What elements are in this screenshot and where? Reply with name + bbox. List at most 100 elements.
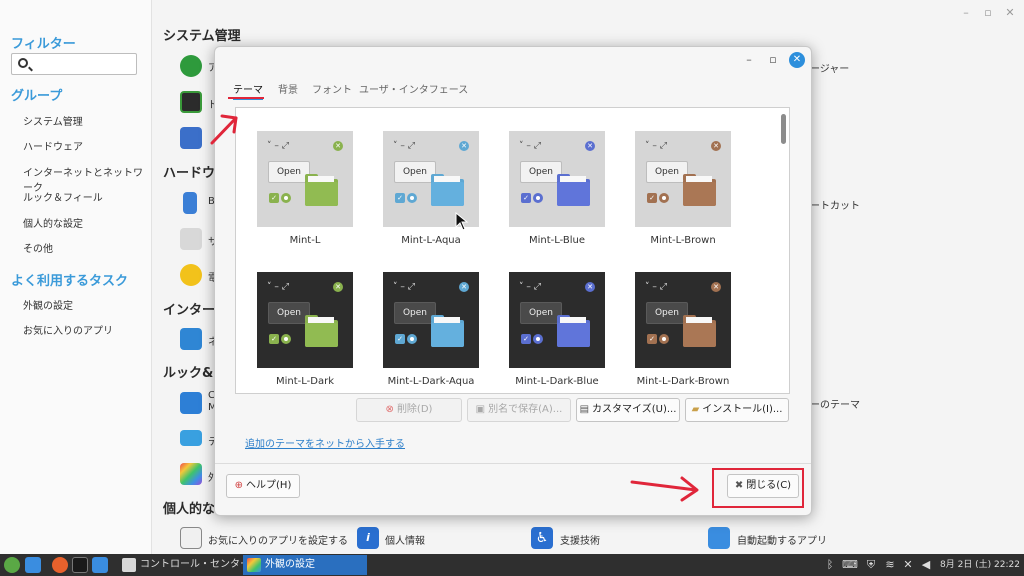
task-appearance-settings[interactable]: 外観の設定 [243,555,367,575]
shield-tray-icon[interactable]: ⛨ [863,557,879,573]
mint-menu-icon[interactable] [4,557,20,573]
theme-list[interactable]: ˅ – ⤢ ✕ Open ✓ Mint-L ˅ – ⤢ ✕ Open ✓ Mint-L-Aqua ˅… [235,107,790,394]
panel-icon[interactable] [180,430,202,446]
tab-font[interactable]: フォント [312,81,352,96]
customize-button[interactable]: ▤ カスタマイズ(U)... [576,398,680,422]
cursor-icon[interactable] [180,392,202,414]
app-favorite-apps[interactable]: お気に入りのアプリを設定する [208,532,348,547]
music-note-icon[interactable] [180,527,202,549]
power-icon[interactable] [180,264,202,286]
keyboard-icon[interactable]: ⌨ [842,557,858,573]
sidebar-item-system[interactable]: システム管理 [23,113,83,128]
sidebar-item-personal[interactable]: 個人的な設定 [23,215,83,230]
network-folder-icon[interactable] [180,328,202,350]
folder-icon: ▰ [691,404,700,415]
app-label-shortcut[interactable]: ートカット [810,197,860,212]
radio-preview-icon [407,334,417,344]
theme-item[interactable]: ˅ – ⤢ ✕ Open ✓ Mint-L-Dark [257,272,353,387]
section-system: システム管理 [163,29,241,44]
user-card-icon[interactable] [180,127,202,149]
close-preview-icon: ✕ [711,141,721,151]
theme-item[interactable]: ˅ – ⤢ ✕ Open ✓ Mint-L-Brown [635,131,731,246]
app-label-manager[interactable]: ージャー [810,60,849,75]
terminal-launcher-icon[interactable] [72,557,88,573]
checkbox-preview-icon: ✓ [521,193,531,203]
theme-item[interactable]: ˅ – ⤢ ✕ Open ✓ Mint-L-Dark-Brown [635,272,731,387]
checkbox-preview-icon: ✓ [647,334,657,344]
show-desktop-icon[interactable] [25,557,41,573]
window-controls-preview: ˅ – ⤢ [645,282,667,292]
annotation-highlight-box [712,468,804,508]
sidebar-item-look[interactable]: ルック＆フィール [23,189,103,204]
file-manager-icon[interactable] [92,557,108,573]
customize-label: カスタマイズ(U)... [592,404,677,415]
mouse-cursor-icon [455,212,469,231]
dialog-close-icon[interactable]: ✕ [789,52,805,68]
usb-icon[interactable] [183,192,197,214]
install-label: インストール(I)... [702,404,783,415]
shield-icon[interactable] [180,55,202,77]
sidebar: フィルター グループ システム管理 ハードウェア インターネットとネットワーク … [0,0,152,554]
theme-item[interactable]: ˅ – ⤢ ✕ Open ✓ Mint-L [257,131,353,246]
control-center-task-icon [122,558,136,572]
dialog-minimize-icon[interactable]: – [741,52,757,68]
task-control-center[interactable]: コントロール・センター [118,555,250,575]
theme-preview[interactable]: ˅ – ⤢ ✕ Open ✓ [383,272,479,368]
radio-preview-icon [281,193,291,203]
tab-background[interactable]: 背景 [278,81,298,96]
open-button-preview: Open [268,161,310,183]
theme-preview[interactable]: ˅ – ⤢ ✕ Open ✓ [509,131,605,227]
folder-preview-icon [683,315,716,347]
app-accessibility[interactable]: 支援技術 [560,532,600,547]
firefox-icon[interactable] [52,557,68,573]
close-preview-icon: ✕ [459,282,469,292]
save-as-button[interactable]: ▣ 別名で保存(A)... [467,398,571,422]
info-icon[interactable]: i [357,527,379,549]
theme-preview[interactable]: ˅ – ⤢ ✕ Open ✓ [509,272,605,368]
open-button-preview: Open [394,161,436,183]
checkbox-preview-icon: ✓ [521,334,531,344]
sidebar-item-other[interactable]: その他 [23,240,53,255]
tab-user-interface[interactable]: ユーザ・インタフェース [359,81,468,96]
delete-button[interactable]: ⊗ 削除(D) [356,398,462,422]
folder-preview-icon [305,315,338,347]
theme-preview[interactable]: ˅ – ⤢ ✕ Open ✓ [257,131,353,227]
vertical-scrollbar[interactable] [781,114,786,144]
bluetooth-icon[interactable]: ᛒ [822,557,838,573]
sidebar-item-hardware[interactable]: ハードウェア [23,138,83,153]
appearance-icon[interactable] [180,463,202,485]
autostart-icon[interactable] [708,527,730,549]
accessibility-icon[interactable]: ♿ [531,527,553,549]
theme-item[interactable]: ˅ – ⤢ ✕ Open ✓ Mint-L-Dark-Aqua [383,272,479,387]
wifi-icon[interactable]: ≋ [882,557,898,573]
theme-item[interactable]: ˅ – ⤢ ✕ Open ✓ Mint-L-Blue [509,131,605,246]
close-preview-icon: ✕ [459,141,469,151]
task-appearance[interactable]: 外観の設定 [23,297,73,312]
checkbox-preview-icon: ✓ [395,193,405,203]
group-heading: グループ [11,89,63,104]
task-favorite-apps[interactable]: お気に入りのアプリ [23,322,113,337]
speaker-icon[interactable] [180,228,202,250]
volume-icon[interactable]: ◀ [918,557,934,573]
terminal-icon[interactable] [180,91,202,113]
theme-preview[interactable]: ˅ – ⤢ ✕ Open ✓ [635,131,731,227]
app-label-theme[interactable]: ーのテーマ [810,396,860,411]
filter-heading: フィルター [11,37,76,52]
theme-preview[interactable]: ˅ – ⤢ ✕ Open ✓ [257,272,353,368]
tab-theme[interactable]: テーマ [233,81,263,100]
install-button[interactable]: ▰ インストール(I)... [685,398,789,422]
theme-preview[interactable]: ˅ – ⤢ ✕ Open ✓ [635,272,731,368]
customize-icon: ▤ [579,404,590,415]
search-input[interactable] [11,53,137,75]
app-personal-info[interactable]: 個人情報 [385,532,425,547]
theme-name: Mint-L-Dark-Blue [515,376,599,387]
volume-mute-icon[interactable]: ✕ [900,557,916,573]
get-more-themes-link[interactable]: 追加のテーマをネットから入手する [245,435,405,450]
clock[interactable]: 8月 2日 (土) 22:22 [940,554,1020,576]
dialog-maximize-icon[interactable]: ▫ [765,52,781,68]
theme-name: Mint-L-Aqua [401,235,461,246]
help-button[interactable]: ⊕ ヘルプ(H) [226,474,300,498]
task-control-center-label: コントロール・センター [140,559,250,570]
app-autostart[interactable]: 自動起動するアプリ [737,532,827,547]
theme-item[interactable]: ˅ – ⤢ ✕ Open ✓ Mint-L-Dark-Blue [509,272,605,387]
